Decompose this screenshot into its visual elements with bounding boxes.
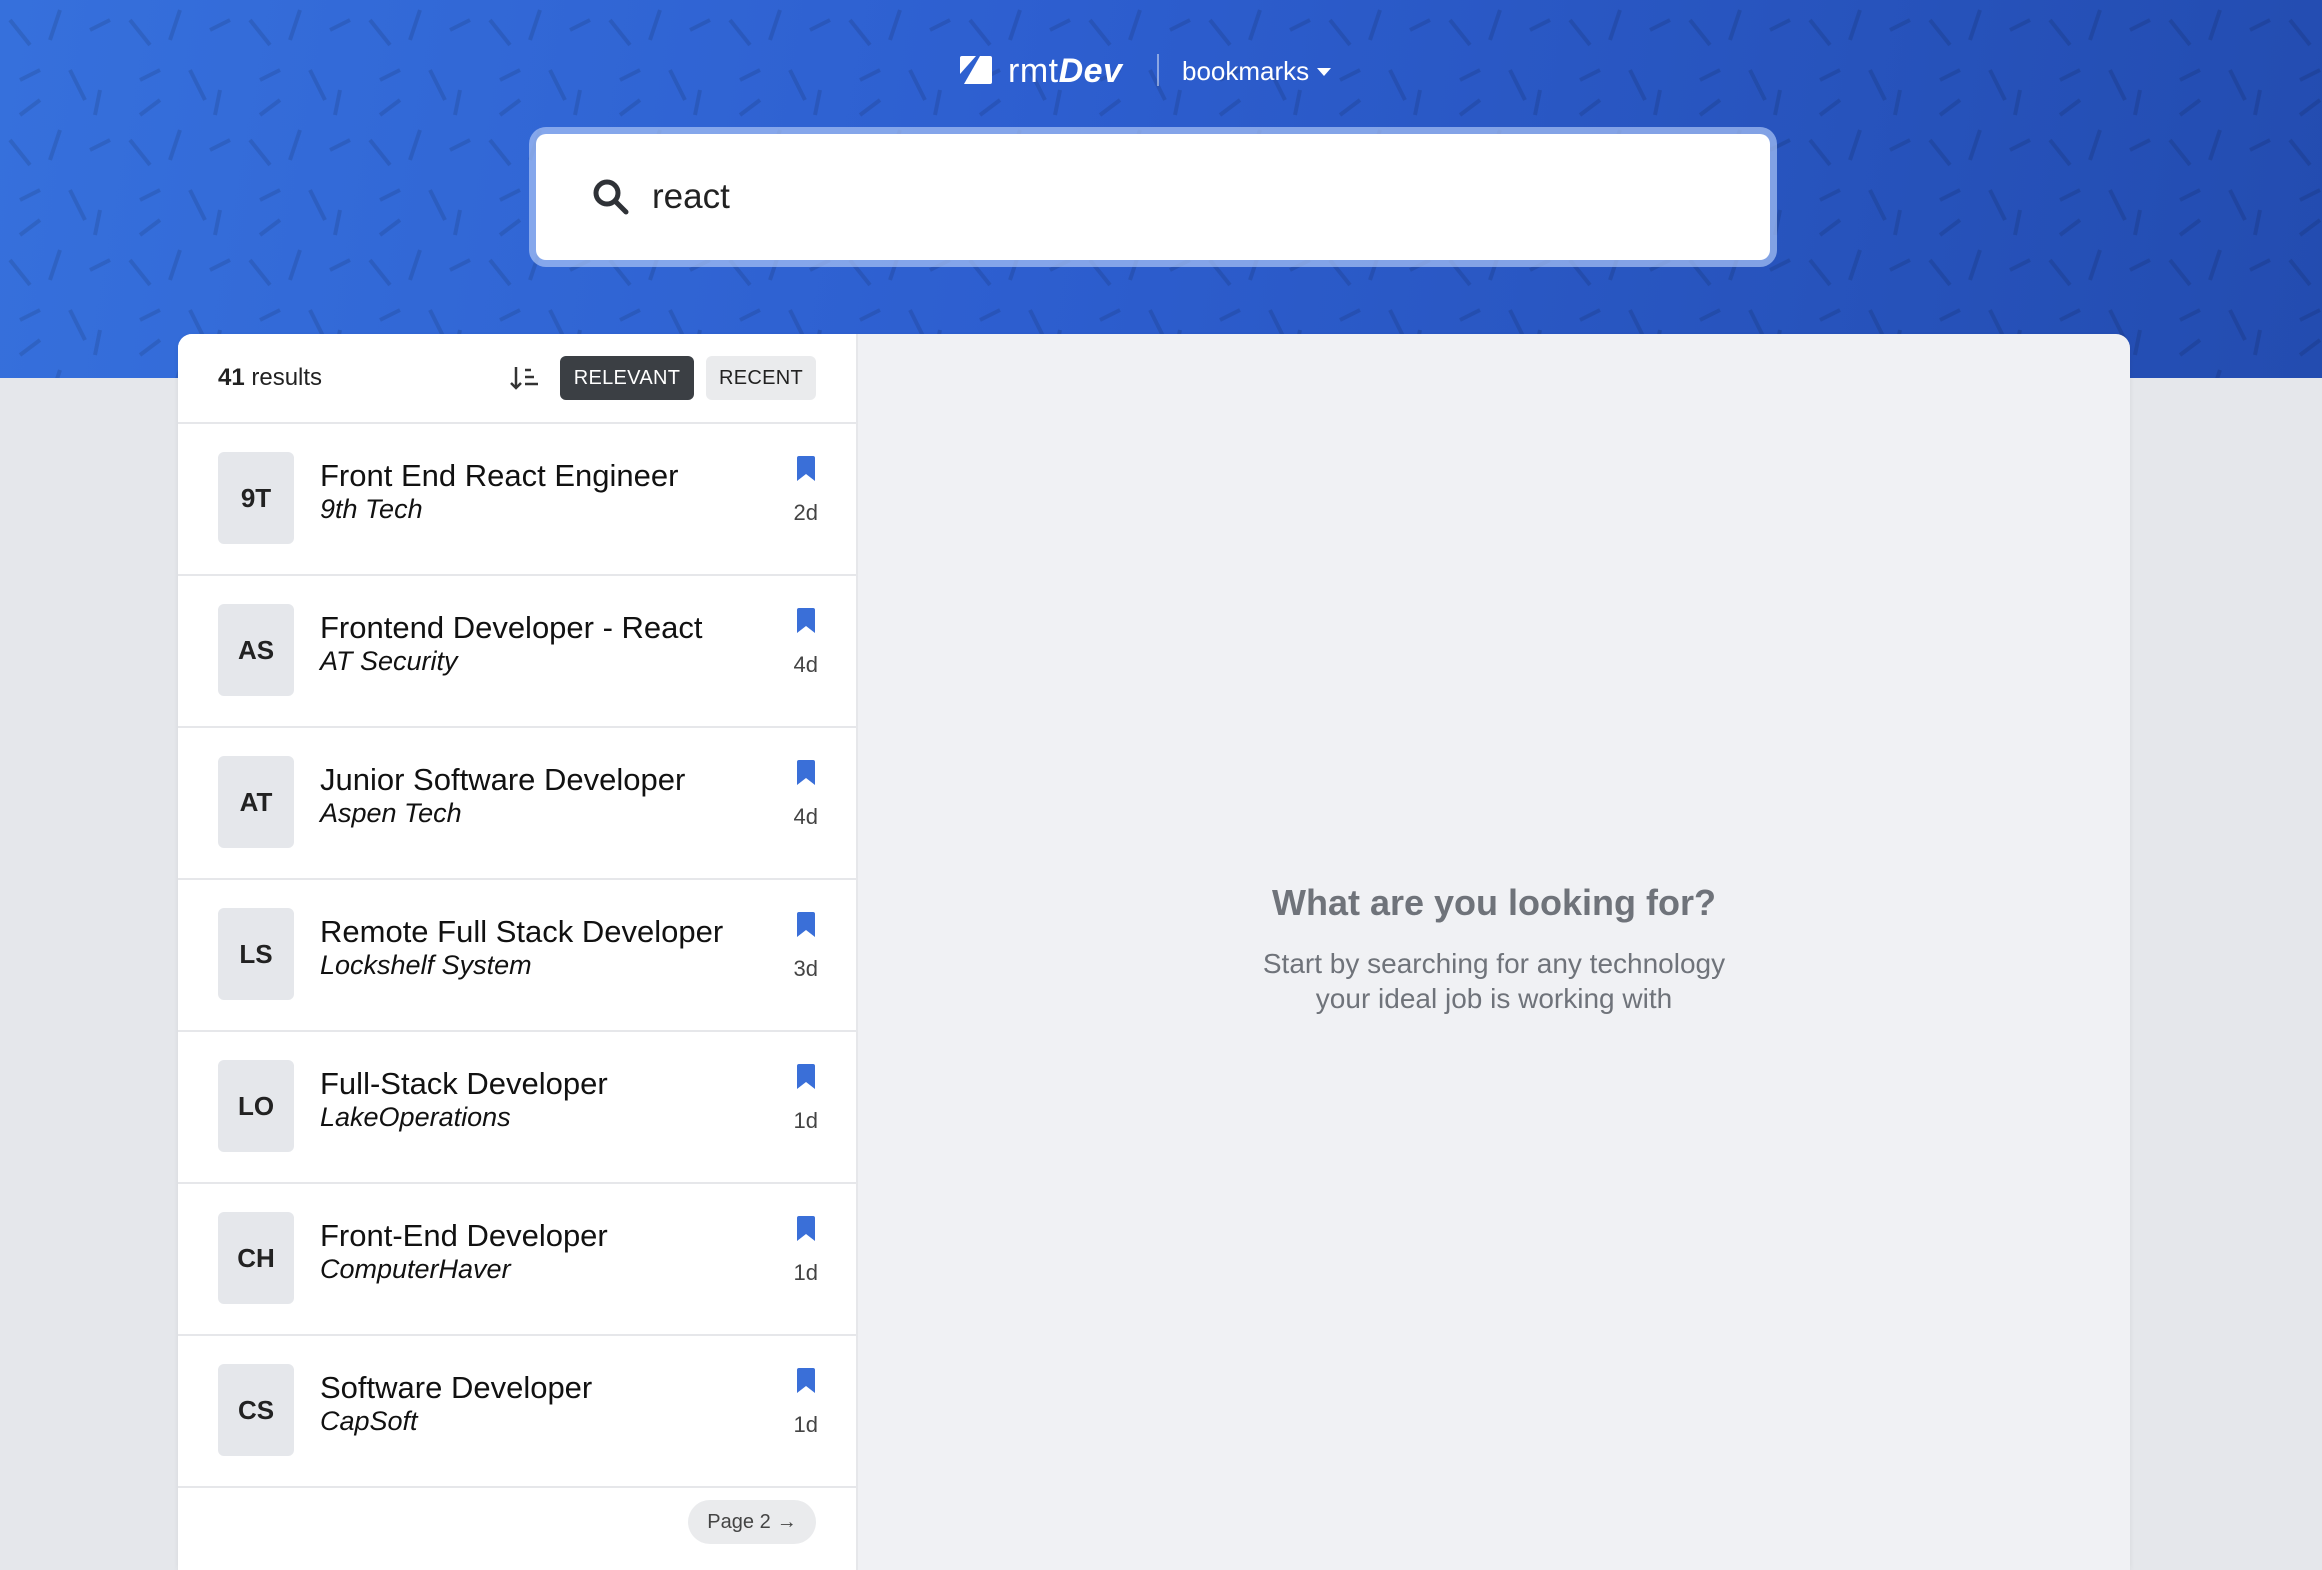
job-item[interactable]: LS Remote Full Stack Developer Lockshelf… xyxy=(178,880,856,1032)
company-badge: AT xyxy=(218,756,294,848)
sort-relevant-button[interactable]: RELEVANT xyxy=(560,356,694,400)
header-divider xyxy=(1157,54,1159,86)
company-badge: LO xyxy=(218,1060,294,1152)
job-list: 9T Front End React Engineer 9th Tech 2d … xyxy=(178,424,856,1488)
bookmark-icon[interactable] xyxy=(796,608,816,634)
job-title: Full-Stack Developer xyxy=(320,1066,608,1101)
arrow-right-icon: → xyxy=(776,1510,797,1533)
job-company: AT Security xyxy=(320,646,458,676)
job-item[interactable]: CH Front-End Developer ComputerHaver 1d xyxy=(178,1184,856,1336)
job-title: Frontend Developer - React xyxy=(320,610,703,645)
empty-state-heading: What are you looking for? xyxy=(1271,882,1716,923)
job-company: Aspen Tech xyxy=(320,798,462,828)
next-page-label: Page 2 xyxy=(707,1510,771,1533)
sidebar: 41 results RELEVANT RECENT 9T Front End … xyxy=(178,334,858,1570)
logo-text[interactable]: rmtDev xyxy=(1008,52,1122,91)
job-age: 1d xyxy=(793,1412,818,1437)
job-title: Front-End Developer xyxy=(320,1218,608,1253)
bookmark-icon[interactable] xyxy=(796,456,816,482)
bookmark-icon[interactable] xyxy=(796,1216,816,1242)
job-age: 4d xyxy=(793,804,818,829)
empty-state-line-2: your ideal job is working with xyxy=(1315,983,1673,1014)
next-page-button[interactable]: Page 2 → xyxy=(688,1500,816,1544)
job-item[interactable]: AS Frontend Developer - React AT Securit… xyxy=(178,576,856,728)
job-title: Software Developer xyxy=(320,1370,593,1405)
company-badge: CH xyxy=(218,1212,294,1304)
bookmark-icon[interactable] xyxy=(796,1368,816,1394)
job-age: 1d xyxy=(793,1260,818,1285)
main-container: 41 results RELEVANT RECENT 9T Front End … xyxy=(178,334,2130,1570)
job-age: 3d xyxy=(793,956,818,981)
job-company: Lockshelf System xyxy=(320,950,532,980)
logo-icon[interactable] xyxy=(958,54,994,86)
company-badge: AS xyxy=(218,604,294,696)
job-age: 2d xyxy=(793,500,818,525)
results-suffix: results xyxy=(244,364,323,391)
search-input[interactable] xyxy=(652,162,1732,232)
bookmark-icon[interactable] xyxy=(796,912,816,938)
sort-icon xyxy=(510,367,538,390)
pagination: Page 2 → xyxy=(178,1488,856,1570)
results-count: 41 results xyxy=(218,364,322,392)
job-company: LakeOperations xyxy=(320,1102,511,1132)
empty-state-text: Start by searching for any technology yo… xyxy=(858,946,2130,1016)
job-title: Front End React Engineer xyxy=(320,458,679,493)
job-title: Remote Full Stack Developer xyxy=(320,914,724,949)
job-item[interactable]: 9T Front End React Engineer 9th Tech 2d xyxy=(178,424,856,576)
job-age: 4d xyxy=(793,652,818,677)
header: rmtDev bookmarks xyxy=(0,0,2322,378)
job-title: Junior Software Developer xyxy=(320,762,686,797)
bookmark-icon[interactable] xyxy=(796,760,816,786)
bookmark-icon[interactable] xyxy=(796,1064,816,1090)
sidebar-top: 41 results RELEVANT RECENT xyxy=(178,334,856,424)
job-company: CapSoft xyxy=(320,1406,418,1436)
job-company: 9th Tech xyxy=(320,494,423,524)
sort-recent-button[interactable]: RECENT xyxy=(706,356,816,400)
company-badge: CS xyxy=(218,1364,294,1456)
results-number: 41 xyxy=(218,364,245,391)
search-icon xyxy=(593,179,629,215)
caret-down-icon xyxy=(1317,67,1332,76)
search-form xyxy=(536,134,1770,260)
job-company: ComputerHaver xyxy=(320,1254,511,1284)
job-detail-panel: What are you looking for? Start by searc… xyxy=(858,334,2130,1570)
logo-bold: Dev xyxy=(1058,52,1123,90)
company-badge: 9T xyxy=(218,452,294,544)
top-bar: rmtDev bookmarks xyxy=(0,48,2322,96)
job-item[interactable]: CS Software Developer CapSoft 1d xyxy=(178,1336,856,1488)
job-item[interactable]: LO Full-Stack Developer LakeOperations 1… xyxy=(178,1032,856,1184)
job-item[interactable]: AT Junior Software Developer Aspen Tech … xyxy=(178,728,856,880)
job-age: 1d xyxy=(793,1108,818,1133)
empty-state-line-1: Start by searching for any technology xyxy=(1262,948,1726,979)
bookmarks-button[interactable]: bookmarks xyxy=(1182,56,1332,87)
logo-light: rmt xyxy=(1008,52,1059,90)
company-badge: LS xyxy=(218,908,294,1000)
bookmarks-label: bookmarks xyxy=(1182,56,1310,86)
